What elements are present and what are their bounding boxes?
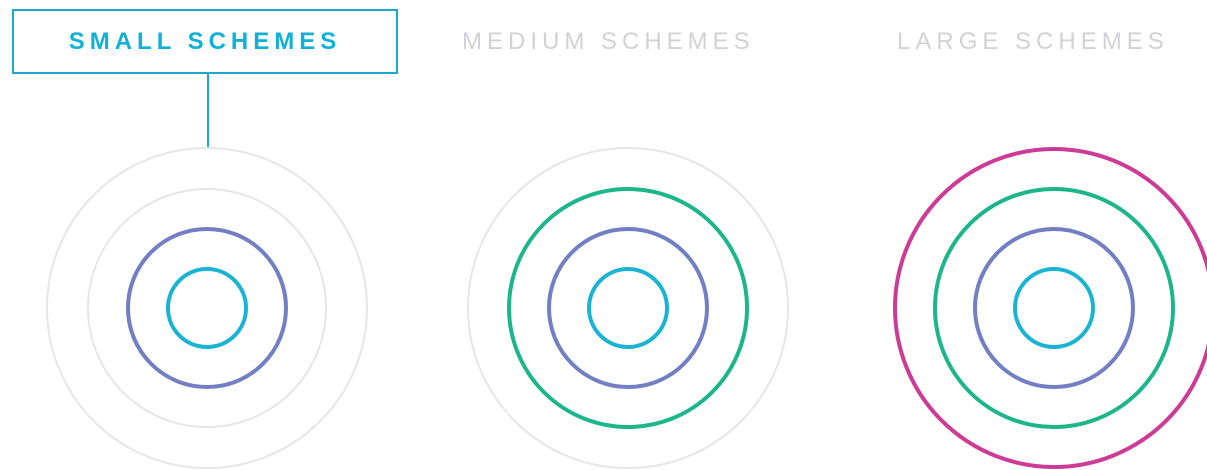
medium-scheme-rings [467, 147, 789, 469]
medium-ring-1 [587, 267, 669, 349]
large-scheme-rings [893, 147, 1207, 469]
large-ring-4 [893, 147, 1207, 469]
medium-ring-2 [547, 227, 709, 389]
scheme-selector: SMALL SCHEMES MEDIUM SCHEMES LARGE SCHEM… [0, 0, 1207, 470]
small-ring-2 [126, 227, 288, 389]
small-scheme-rings [46, 147, 368, 469]
medium-ring-3 [507, 187, 749, 429]
medium-ring-4 [467, 147, 789, 469]
large-ring-2 [973, 227, 1135, 389]
small-ring-4 [46, 147, 368, 469]
small-ring-1 [166, 267, 248, 349]
large-ring-1 [1013, 267, 1095, 349]
scheme-rings-graphic [46, 147, 1207, 469]
large-ring-3 [933, 187, 1175, 429]
small-ring-3 [87, 188, 327, 428]
